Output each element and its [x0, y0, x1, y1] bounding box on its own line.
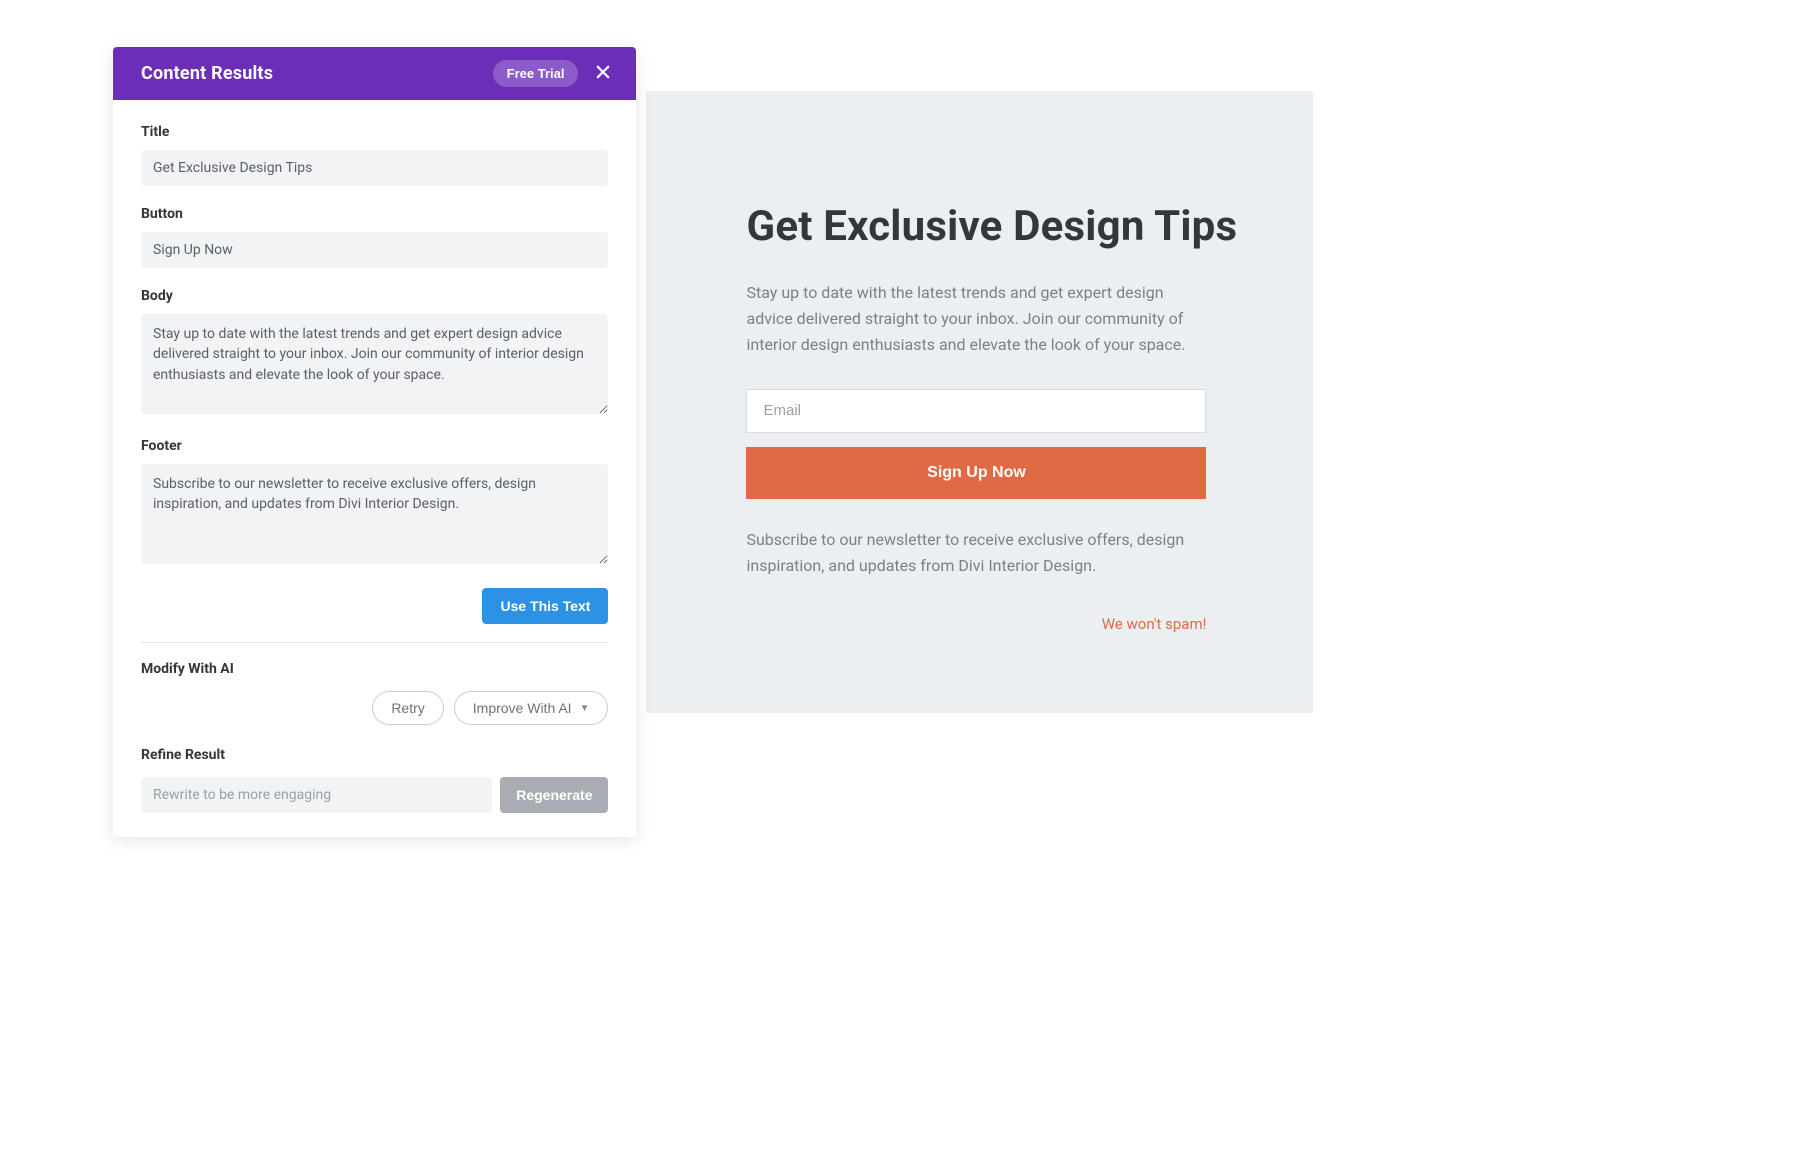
- title-input[interactable]: [141, 150, 608, 186]
- improve-with-ai-label: Improve With AI: [473, 700, 572, 716]
- use-this-text-button[interactable]: Use This Text: [482, 588, 608, 624]
- panel-header-actions: Free Trial: [493, 60, 615, 87]
- body-label: Body: [141, 288, 608, 304]
- email-field[interactable]: [746, 389, 1206, 433]
- panel-title: Content Results: [141, 63, 273, 84]
- modify-actions-row: Retry Improve With AI ▼: [141, 691, 608, 725]
- no-spam-note: We won't spam!: [746, 615, 1206, 633]
- refine-section-title: Refine Result: [141, 747, 608, 763]
- use-text-row: Use This Text: [141, 588, 608, 624]
- footer-textarea[interactable]: [141, 464, 608, 564]
- preview-footer-text: Subscribe to our newsletter to receive e…: [746, 527, 1206, 580]
- panel-body: Title Button Body Footer Use This Text M…: [113, 100, 636, 837]
- footer-label: Footer: [141, 438, 608, 454]
- button-field-group: Button: [141, 206, 608, 268]
- modify-section-title: Modify With AI: [141, 661, 608, 677]
- improve-with-ai-button[interactable]: Improve With AI ▼: [454, 691, 609, 725]
- refine-input[interactable]: [141, 777, 492, 813]
- footer-field-group: Footer: [141, 438, 608, 568]
- panel-header: Content Results Free Trial: [113, 47, 636, 100]
- content-results-panel: Content Results Free Trial Title Butto: [113, 47, 636, 837]
- body-field-group: Body: [141, 288, 608, 418]
- button-input[interactable]: [141, 232, 608, 268]
- preview-body-text: Stay up to date with the latest trends a…: [746, 280, 1206, 359]
- preview-heading: Get Exclusive Design Tips: [746, 201, 1253, 254]
- title-label: Title: [141, 124, 608, 140]
- button-label: Button: [141, 206, 608, 222]
- title-field-group: Title: [141, 124, 608, 186]
- regenerate-button[interactable]: Regenerate: [500, 777, 608, 813]
- divider: [141, 642, 608, 643]
- preview-pane: Get Exclusive Design Tips Stay up to dat…: [646, 91, 1313, 713]
- free-trial-button[interactable]: Free Trial: [493, 60, 579, 87]
- sign-up-button[interactable]: Sign Up Now: [746, 447, 1206, 499]
- chevron-down-icon: ▼: [580, 703, 590, 714]
- close-button[interactable]: [592, 61, 614, 86]
- retry-button[interactable]: Retry: [372, 691, 443, 725]
- close-icon: [594, 63, 612, 84]
- body-textarea[interactable]: [141, 314, 608, 414]
- refine-row: Regenerate: [141, 777, 608, 813]
